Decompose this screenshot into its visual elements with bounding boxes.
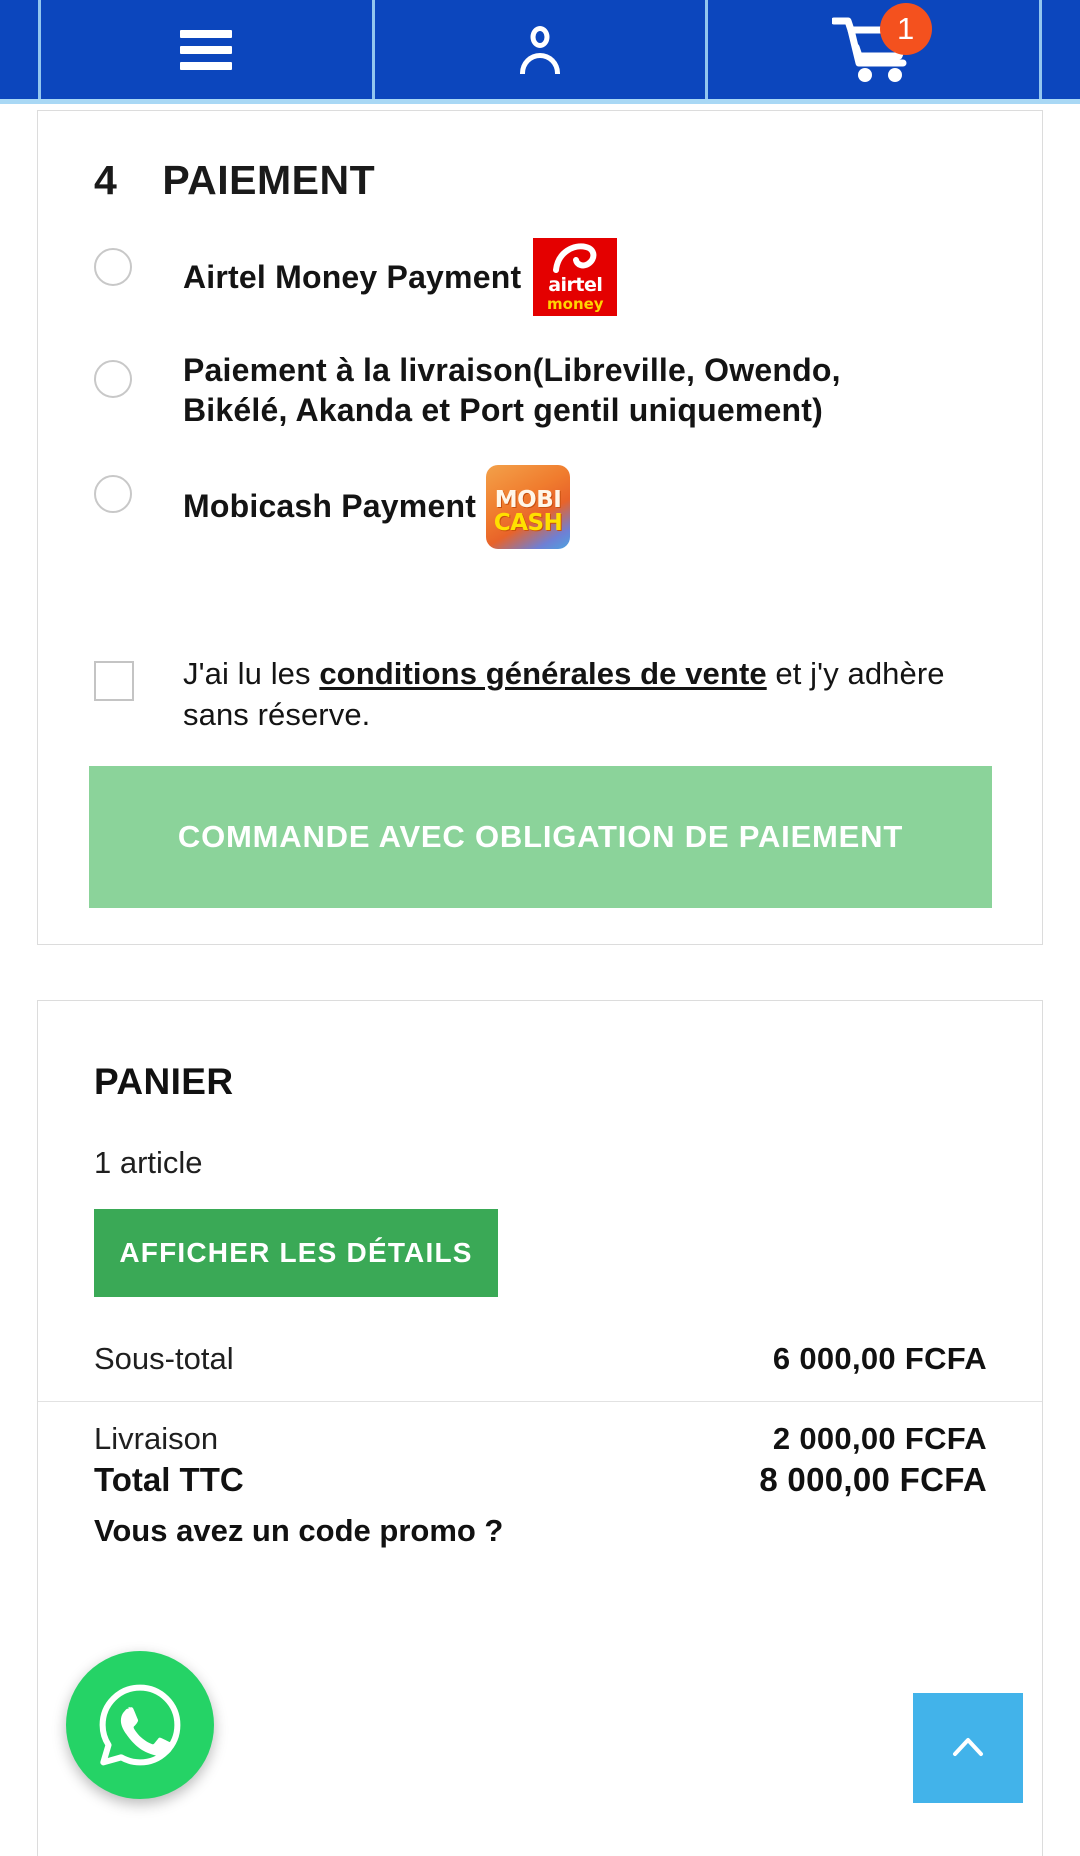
payment-option-label: Mobicash Payment xyxy=(183,488,477,525)
cart-summary-title: PANIER xyxy=(94,1061,234,1102)
page-title: PAIEMENT xyxy=(162,157,376,203)
header-right-edge xyxy=(1042,0,1080,99)
payment-section-header: 4 PAIEMENT xyxy=(38,111,1042,204)
scroll-to-top-button[interactable] xyxy=(913,1693,1023,1803)
terms-checkbox[interactable] xyxy=(94,660,134,701)
account-button[interactable] xyxy=(371,0,706,99)
chevron-up-icon xyxy=(953,1738,983,1756)
total-divider xyxy=(38,1401,1042,1402)
summary-line-subtotal: Sous-total 6 000,00 FCFA xyxy=(38,1341,1042,1377)
summary-line-label: Livraison xyxy=(94,1421,219,1456)
airtel-logo-line1: airtel xyxy=(548,274,603,296)
airtel-logo-line2: money xyxy=(547,295,604,313)
hamburger-menu-icon xyxy=(180,29,233,70)
whatsapp-chat-button[interactable] xyxy=(66,1651,214,1799)
radio-airtel-money[interactable] xyxy=(94,248,132,286)
cart-item-count-badge: 1 xyxy=(879,2,932,55)
radio-mobicash[interactable] xyxy=(94,474,132,513)
airtel-money-logo: airtel money xyxy=(533,238,618,316)
promo-code-prompt[interactable]: Vous avez un code promo ? xyxy=(38,1513,1042,1549)
terms-acceptance-row: J'ai lu les conditions générales de vent… xyxy=(38,653,1042,737)
show-details-button[interactable]: AFFICHER LES DÉTAILS xyxy=(94,1209,498,1297)
place-order-button[interactable]: COMMANDE AVEC OBLIGATION DE PAIEMENT xyxy=(89,766,992,908)
total-label: Total TTC xyxy=(94,1461,244,1498)
cart-button[interactable]: 1 xyxy=(705,0,1043,99)
airtel-swoosh-icon xyxy=(553,243,597,273)
terms-text-before: J'ai lu les xyxy=(183,655,320,691)
payment-option-label: Airtel Money Payment xyxy=(183,258,522,295)
summary-line-value: 2 000,00 FCFA xyxy=(772,1421,987,1456)
mobicash-logo-line2: CASH xyxy=(493,509,563,536)
total-value: 8 000,00 FCFA xyxy=(759,1461,987,1498)
payment-option-mobicash[interactable]: Mobicash Payment MOBI CASH xyxy=(38,464,1042,549)
whatsapp-icon xyxy=(99,1684,181,1766)
checkout-page: 1 4 PAIEMENT Airtel Money Payment airtel… xyxy=(0,0,1080,1856)
summary-line-total: Total TTC 8 000,00 FCFA xyxy=(38,1461,1042,1499)
cart-icon-wrapper: 1 xyxy=(831,2,932,83)
payment-option-airtel-money[interactable]: Airtel Money Payment airtel money xyxy=(38,238,1042,316)
summary-line-value: 6 000,00 FCFA xyxy=(772,1341,987,1376)
menu-button[interactable] xyxy=(38,0,372,99)
top-navigation-bar: 1 xyxy=(0,0,1080,104)
payment-section-card: 4 PAIEMENT Airtel Money Payment airtel m… xyxy=(37,110,1043,945)
step-number: 4 xyxy=(94,157,118,203)
terms-conditions-link[interactable]: conditions générales de vente xyxy=(319,656,766,691)
terms-text: J'ai lu les conditions générales de vent… xyxy=(183,653,973,737)
user-account-icon xyxy=(517,24,563,76)
summary-line-label: Sous-total xyxy=(94,1341,234,1376)
cart-item-count: 1 article xyxy=(94,1145,203,1180)
mobicash-logo: MOBI CASH xyxy=(486,464,571,549)
summary-line-shipping: Livraison 2 000,00 FCFA xyxy=(38,1421,1042,1457)
payment-option-cash-on-delivery[interactable]: Paiement à la livraison(Libreville, Owen… xyxy=(38,350,1042,431)
header-left-edge xyxy=(0,0,38,99)
payment-option-label: Paiement à la livraison(Libreville, Owen… xyxy=(183,352,841,429)
radio-cash-on-delivery[interactable] xyxy=(94,360,132,398)
